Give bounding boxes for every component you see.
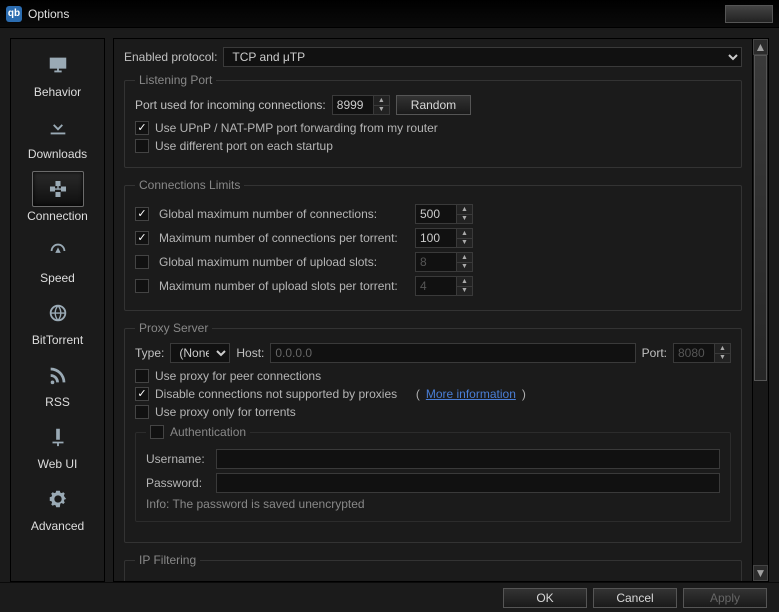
scrollbar[interactable]: ▲ ▼: [752, 39, 768, 581]
username-label: Username:: [146, 452, 210, 466]
username-input: [216, 449, 720, 469]
window-control[interactable]: [725, 5, 773, 23]
port-label: Port used for incoming connections:: [135, 98, 326, 112]
sidebar-item-label: Advanced: [31, 519, 84, 533]
port-input[interactable]: [332, 95, 374, 115]
content-panel: Enabled protocol: TCP and μTP Listening …: [114, 39, 752, 581]
titlebar: qb Options: [0, 0, 779, 28]
proxy-torrents-only-label: Use proxy only for torrents: [155, 405, 296, 419]
connections-limits-group: Connections Limits Global maximum number…: [124, 178, 742, 311]
gear-icon: [46, 488, 70, 510]
globe-icon: [45, 302, 71, 324]
upload-per-torrent-checkbox[interactable]: [135, 279, 149, 293]
sidebar-item-label: Connection: [27, 209, 88, 223]
scroll-thumb[interactable]: [754, 55, 767, 381]
password-label: Password:: [146, 476, 210, 490]
proxy-type-select[interactable]: (None): [170, 343, 230, 363]
sidebar-item-webui[interactable]: Web UI: [15, 415, 101, 477]
sidebar-item-label: Downloads: [28, 147, 87, 161]
proxy-port-spinner: ▲▼: [715, 343, 731, 363]
upload-per-torrent-spinner: ▲▼: [457, 276, 473, 296]
proxy-host-input: [270, 343, 635, 363]
sidebar-item-label: Behavior: [34, 85, 81, 99]
sidebar-item-rss[interactable]: RSS: [15, 353, 101, 415]
proxy-peer-checkbox[interactable]: [135, 369, 149, 383]
different-port-checkbox[interactable]: [135, 139, 149, 153]
proxy-server-group: Proxy Server Type: (None) Host: Port: ▲▼: [124, 321, 742, 543]
authentication-group: Authentication Username: Password: Info:…: [135, 425, 731, 522]
upnp-checkbox[interactable]: [135, 121, 149, 135]
enabled-protocol-select[interactable]: TCP and μTP: [223, 47, 742, 67]
max-per-torrent-checkbox[interactable]: [135, 231, 149, 245]
listening-port-legend: Listening Port: [135, 73, 216, 87]
listening-port-group: Listening Port Port used for incoming co…: [124, 73, 742, 168]
sidebar-item-label: Web UI: [38, 457, 78, 471]
global-upload-checkbox[interactable]: [135, 255, 149, 269]
upload-per-torrent-input: [415, 276, 457, 296]
monitor-icon: [45, 54, 71, 76]
sidebar-item-connection[interactable]: Connection: [15, 167, 101, 229]
more-info-link[interactable]: More information: [426, 387, 516, 401]
app-icon: qb: [6, 6, 22, 22]
scroll-down-button[interactable]: ▼: [753, 565, 768, 581]
global-upload-input: [415, 252, 457, 272]
sidebar-item-label: BitTorrent: [32, 333, 83, 347]
password-info: Info: The password is saved unencrypted: [146, 497, 720, 511]
rss-icon: [46, 364, 70, 386]
proxy-host-label: Host:: [236, 346, 264, 360]
apply-button[interactable]: Apply: [683, 588, 767, 608]
sidebar: Behavior Downloads Connection Speed BitT…: [10, 38, 105, 582]
sidebar-item-label: RSS: [45, 395, 70, 409]
sidebar-item-speed[interactable]: Speed: [15, 229, 101, 291]
footer: OK Cancel Apply: [0, 582, 779, 612]
server-icon: [47, 425, 69, 449]
ip-filtering-group: IP Filtering: [124, 553, 742, 581]
port-spinner[interactable]: ▲▼: [374, 95, 390, 115]
proxy-server-legend: Proxy Server: [135, 321, 212, 335]
proxy-disable-unsupported-label: Disable connections not supported by pro…: [155, 387, 397, 401]
gauge-icon: [45, 240, 71, 262]
sidebar-item-behavior[interactable]: Behavior: [15, 43, 101, 105]
proxy-peer-label: Use proxy for peer connections: [155, 369, 321, 383]
global-max-input[interactable]: [415, 204, 457, 224]
upnp-label: Use UPnP / NAT-PMP port forwarding from …: [155, 121, 438, 135]
network-icon: [45, 178, 71, 200]
max-per-torrent-spinner[interactable]: ▲▼: [457, 228, 473, 248]
connections-limits-legend: Connections Limits: [135, 178, 244, 192]
random-button[interactable]: Random: [396, 95, 471, 115]
proxy-torrents-only-checkbox[interactable]: [135, 405, 149, 419]
cancel-button[interactable]: Cancel: [593, 588, 677, 608]
proxy-port-input: [673, 343, 715, 363]
proxy-disable-unsupported-checkbox[interactable]: [135, 387, 149, 401]
sidebar-item-bittorrent[interactable]: BitTorrent: [15, 291, 101, 353]
scroll-up-button[interactable]: ▲: [753, 39, 768, 55]
max-per-torrent-label: Maximum number of connections per torren…: [159, 231, 409, 245]
global-max-checkbox[interactable]: [135, 207, 149, 221]
sidebar-item-downloads[interactable]: Downloads: [15, 105, 101, 167]
proxy-port-label: Port:: [642, 346, 667, 360]
max-per-torrent-input[interactable]: [415, 228, 457, 248]
enabled-protocol-label: Enabled protocol:: [124, 50, 217, 64]
global-max-label: Global maximum number of connections:: [159, 207, 409, 221]
upload-per-torrent-label: Maximum number of upload slots per torre…: [159, 279, 409, 293]
different-port-label: Use different port on each startup: [155, 139, 333, 153]
global-upload-spinner: ▲▼: [457, 252, 473, 272]
global-max-spinner[interactable]: ▲▼: [457, 204, 473, 224]
authentication-checkbox[interactable]: [150, 425, 164, 439]
ip-filtering-legend: IP Filtering: [135, 553, 200, 567]
proxy-type-label: Type:: [135, 346, 164, 360]
authentication-legend: Authentication: [170, 425, 246, 439]
password-input: [216, 473, 720, 493]
download-icon: [45, 116, 71, 138]
window-title: Options: [28, 7, 69, 21]
sidebar-item-label: Speed: [40, 271, 75, 285]
sidebar-item-advanced[interactable]: Advanced: [15, 477, 101, 539]
ok-button[interactable]: OK: [503, 588, 587, 608]
scroll-track[interactable]: [753, 55, 768, 565]
global-upload-label: Global maximum number of upload slots:: [159, 255, 409, 269]
